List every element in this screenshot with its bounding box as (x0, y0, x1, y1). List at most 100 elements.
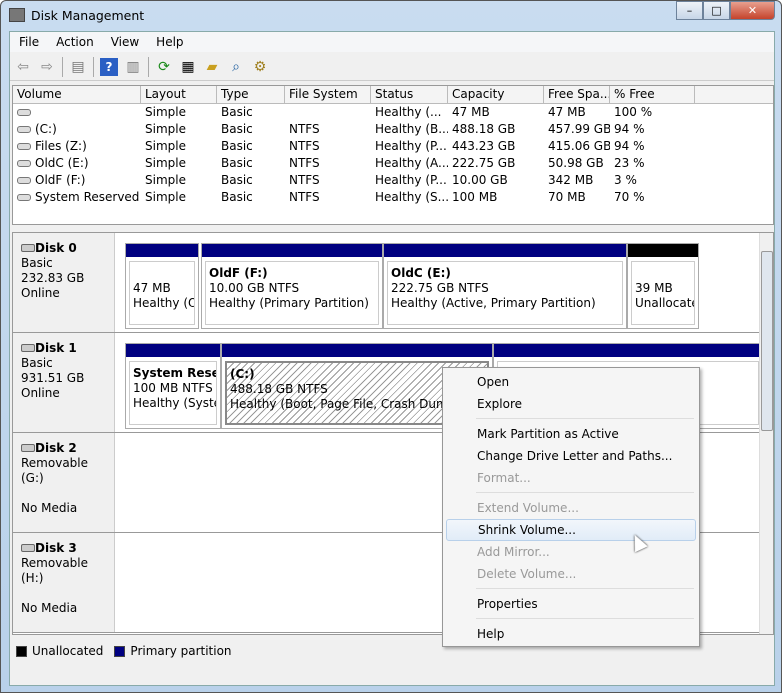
table-cell: Healthy (A... (371, 155, 448, 172)
table-cell: NTFS (285, 121, 371, 138)
settings-icon[interactable]: ⚙ (251, 58, 269, 76)
cell-text: Basic (221, 190, 253, 204)
menu-item-change-drive-letter-and-paths[interactable]: Change Drive Letter and Paths... (446, 445, 696, 467)
disk-label[interactable]: Disk 3 Removable (H:) No Media (13, 533, 115, 632)
partition-size: 10.00 GB NTFS (209, 281, 300, 295)
partition[interactable]: System Reserved100 MB NTFSHealthy (Syste… (125, 343, 221, 429)
table-cell: 3 % (610, 172, 695, 189)
table-cell: 47 MB (448, 104, 544, 121)
table-cell (13, 104, 141, 121)
cell-text: Healthy (S... (375, 190, 448, 204)
table-cell: 100 % (610, 104, 695, 121)
menu-file[interactable]: File (10, 32, 47, 52)
cell-text: Simple (145, 190, 186, 204)
table-row[interactable]: System Reserved Simple Basic NTFS Healthy (S… (13, 189, 773, 206)
disk-label[interactable]: Disk 2 Removable (G:) No Media (13, 433, 115, 532)
table-cell: Basic (217, 104, 285, 121)
toolbar-separator (148, 56, 149, 77)
refresh-icon[interactable]: ⟳ (155, 58, 173, 76)
partition-size: 100 MB NTFS (133, 381, 213, 395)
column-header[interactable]: Volume (13, 86, 141, 103)
cell-text: Healthy (P... (375, 139, 447, 153)
table-cell: Healthy (P... (371, 172, 448, 189)
column-header[interactable]: % Free (610, 86, 695, 103)
table-cell: 50.98 GB (544, 155, 610, 172)
toolbar-separator (93, 56, 94, 77)
disk-view-scrollbar[interactable] (759, 233, 773, 634)
cell-text: 488.18 GB (452, 122, 516, 136)
partition[interactable]: OldC (E:) 222.75 GB NTFS Healthy (Active, … (383, 243, 627, 329)
table-row[interactable]: Files (Z:) Simple Basic NTFS Healthy (P... 44… (13, 138, 773, 155)
menu-item-explore[interactable]: Explore (446, 393, 696, 415)
column-header[interactable]: Free Spa... (544, 86, 610, 103)
table-cell: Simple (141, 138, 217, 155)
partition-details: OldC (E:) 222.75 GB NTFS Healthy (Active, … (387, 261, 623, 325)
menu-action[interactable]: Action (47, 32, 102, 52)
cell-text: NTFS (289, 156, 320, 170)
toolbar: ⇦ ⇨ ▤ ? ▥ ⟳ ▦ ▰ ⌕ ⚙ (10, 53, 774, 81)
column-header[interactable]: Layout (141, 86, 217, 103)
column-header[interactable]: Type (217, 86, 285, 103)
volume-icon (17, 126, 31, 133)
table-row[interactable]: Simple Basic Healthy (... 47 MB 47 MB 100 % (13, 104, 773, 121)
back-icon[interactable]: ⇦ (14, 58, 32, 76)
table-cell: 342 MB (544, 172, 610, 189)
table-cell: Basic (217, 138, 285, 155)
cell-text: NTFS (289, 122, 320, 136)
column-header[interactable]: Status (371, 86, 448, 103)
scrollbar-thumb[interactable] (761, 251, 773, 431)
partition-type-bar (222, 344, 492, 357)
table-cell: Healthy (... (371, 104, 448, 121)
console-tree-icon[interactable]: ▤ (69, 58, 87, 76)
column-header[interactable]: File System (285, 86, 371, 103)
partition[interactable]: OldF (F:) 10.00 GB NTFS Healthy (Primary P… (201, 243, 383, 329)
open-folder-icon[interactable]: ▰ (203, 58, 221, 76)
menu-item-help[interactable]: Help (446, 623, 696, 645)
menu-view[interactable]: View (102, 32, 147, 52)
table-row[interactable]: OldF (F:) Simple Basic NTFS Healthy (P... 10.… (13, 172, 773, 189)
disk-status: Online (21, 286, 60, 300)
table-cell: Basic (217, 172, 285, 189)
table-cell: Simple (141, 189, 217, 206)
table-cell: 415.06 GB (544, 138, 610, 155)
table-cell: 10.00 GB (448, 172, 544, 189)
partition-type-bar (494, 344, 762, 357)
table-cell: Simple (141, 121, 217, 138)
table-row[interactable]: OldC (E:) Simple Basic NTFS Healthy (A... 222… (13, 155, 773, 172)
partition[interactable]: 47 MBHealthy (OEM Partition) (125, 243, 199, 329)
table-cell: Files (Z:) (13, 138, 141, 155)
forward-icon[interactable]: ⇨ (38, 58, 56, 76)
minimize-button[interactable]: – (676, 1, 703, 20)
table-cell: 47 MB (544, 104, 610, 121)
menu-separator (476, 418, 694, 419)
explore-icon[interactable]: ⌕ (227, 58, 245, 76)
maximize-button[interactable]: □ (703, 1, 730, 20)
menu-item-mark-partition-as-active[interactable]: Mark Partition as Active (446, 423, 696, 445)
disk-icon (21, 244, 35, 252)
menu-item-properties[interactable]: Properties (446, 593, 696, 615)
menu-item-open[interactable]: Open (446, 371, 696, 393)
close-button[interactable]: ✕ (730, 1, 775, 20)
partition-title: OldF (F:) (209, 266, 268, 280)
cell-text: Simple (145, 105, 186, 119)
properties-icon[interactable]: ▦ (179, 58, 197, 76)
help-icon[interactable]: ? (100, 57, 118, 76)
partition[interactable]: 39 MBUnallocated (627, 243, 699, 329)
menu-item-shrink-volume[interactable]: Shrink Volume... (446, 519, 696, 541)
action-pane-icon[interactable]: ▥ (124, 58, 142, 76)
table-row[interactable]: (C:) Simple Basic NTFS Healthy (B... 488.18 G… (13, 121, 773, 138)
disk-label[interactable]: Disk 0 Basic 232.83 GB Online (13, 233, 115, 332)
partition-details: System Reserved100 MB NTFSHealthy (Syste… (129, 361, 217, 425)
volume-icon (17, 160, 31, 167)
window-title: Disk Management (31, 8, 145, 23)
disk-size: 232.83 GB (21, 271, 85, 285)
cell-text: NTFS (289, 173, 320, 187)
column-header[interactable]: Capacity (448, 86, 544, 103)
table-cell: 222.75 GB (448, 155, 544, 172)
legend: Unallocated Primary partition (16, 644, 238, 658)
menu-help[interactable]: Help (147, 32, 191, 52)
disk-label[interactable]: Disk 1 Basic 931.51 GB Online (13, 333, 115, 432)
disk-status: No Media (21, 601, 78, 615)
cell-text: 94 % (614, 139, 645, 153)
partition-size: 39 MB (635, 281, 673, 295)
